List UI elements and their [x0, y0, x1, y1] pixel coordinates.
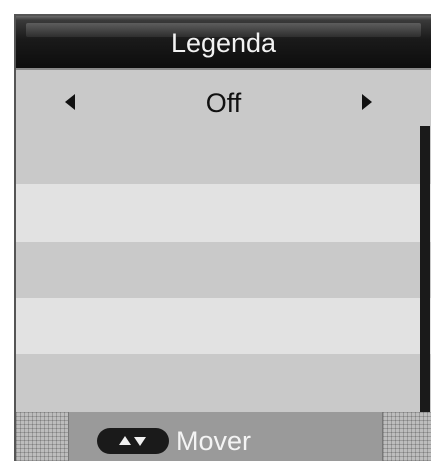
list-item: [16, 354, 431, 412]
title-bar: Legenda: [16, 16, 431, 70]
triangle-down-icon: [134, 437, 146, 446]
arrow-right-icon[interactable]: [362, 94, 372, 110]
up-down-arrows-icon: [97, 428, 169, 454]
screen-frame: Legenda Off Mover: [0, 0, 431, 461]
bottom-hint-bar: Mover: [16, 412, 431, 461]
subtitle-selector[interactable]: Off: [16, 70, 431, 136]
hint-label: Mover: [176, 426, 252, 456]
list-item: [16, 242, 431, 298]
list-item: [16, 136, 431, 184]
bottom-left-decoration: [16, 412, 69, 461]
list-item: [16, 298, 431, 354]
scrollbar[interactable]: [420, 126, 430, 424]
bottom-right-decoration: [382, 412, 431, 461]
list-item: [16, 184, 431, 242]
triangle-up-icon: [119, 436, 131, 445]
menu-title: Legenda: [170, 28, 277, 58]
subtitle-menu-panel: Legenda Off Mover: [14, 14, 431, 461]
